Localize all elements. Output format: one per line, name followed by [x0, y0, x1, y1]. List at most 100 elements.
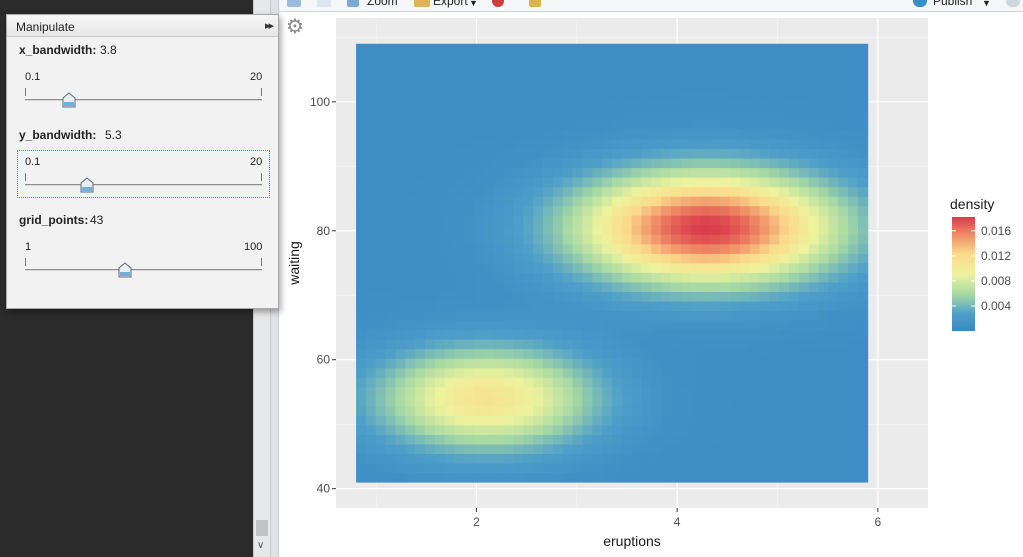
scroll-down-icon[interactable]: ∨: [257, 540, 264, 551]
heatmap-tile: [808, 377, 819, 388]
heatmap-tile: [602, 472, 613, 483]
heatmap-tile: [661, 100, 672, 111]
heatmap-tile: [464, 148, 475, 159]
heatmap-tile: [661, 43, 672, 54]
heatmap-tile: [405, 444, 416, 455]
heatmap-tile: [385, 139, 396, 150]
heatmap-tile: [533, 329, 544, 340]
heatmap-tile: [818, 348, 829, 359]
heatmap-tile: [424, 405, 436, 416]
heatmap-tile: [415, 377, 426, 388]
heatmap-tile: [385, 272, 396, 283]
heatmap-tile: [759, 120, 770, 130]
heatmap-tile: [434, 434, 446, 445]
heatmap-tile: [592, 72, 603, 83]
heatmap-tile: [385, 234, 396, 245]
heatmap-tile: [424, 472, 436, 483]
publish-button[interactable]: Publish: [933, 0, 972, 8]
heatmap-tile: [670, 215, 682, 226]
heatmap-tile: [670, 158, 682, 169]
heatmap-tile: [602, 196, 613, 207]
heatmap-tile: [464, 81, 475, 92]
heatmap-tile: [375, 91, 386, 102]
heatmap-tile: [484, 272, 495, 283]
heatmap-tile: [621, 396, 633, 407]
heatmap-tile: [690, 434, 701, 445]
y-bandwidth-slider-thumb[interactable]: [80, 177, 94, 193]
publish-dropdown-icon[interactable]: ▼: [982, 0, 991, 8]
heatmap-tile: [779, 43, 790, 54]
heatmap-tile: [493, 320, 505, 331]
collapse-icon[interactable]: ▸▸: [265, 19, 274, 32]
heatmap-tile: [375, 272, 386, 283]
heatmap-tile: [730, 253, 741, 264]
heatmap-tile: [513, 158, 524, 169]
heatmap-tile: [759, 196, 770, 207]
x-bandwidth-track[interactable]: [25, 99, 262, 101]
export-dropdown-icon[interactable]: ▼: [469, 0, 478, 8]
heatmap-tile: [641, 215, 652, 226]
heatmap-tile: [779, 272, 790, 283]
heatmap-tile: [749, 196, 760, 207]
heatmap-tile: [641, 396, 652, 407]
broom-icon[interactable]: [529, 0, 541, 7]
heatmap-tile: [415, 472, 426, 483]
x-bandwidth-slider-thumb[interactable]: [62, 92, 76, 108]
heatmap-tile: [828, 329, 839, 340]
heatmap-tile: [661, 320, 672, 331]
heatmap-tile: [493, 205, 505, 216]
heatmap-tile: [444, 215, 455, 226]
heatmap-tile: [848, 425, 859, 435]
heatmap-tile: [572, 72, 583, 83]
heatmap-tile: [415, 177, 426, 188]
forward-arrow-icon[interactable]: [317, 0, 331, 7]
heatmap-tile: [424, 453, 436, 464]
heatmap-tile: [798, 243, 810, 254]
heatmap-tile: [395, 91, 406, 102]
clear-plot-icon[interactable]: [492, 0, 504, 7]
heatmap-tile: [464, 100, 475, 111]
heatmap-tile: [641, 329, 652, 340]
heatmap-tile: [562, 186, 573, 197]
manipulate-title: Manipulate: [16, 20, 75, 34]
heatmap-tile: [769, 139, 780, 150]
heatmap-tile: [798, 377, 810, 388]
heatmap-tile: [739, 310, 751, 321]
heatmap-tile: [572, 386, 583, 397]
zoom-button[interactable]: Zoom: [367, 0, 398, 8]
heatmap-tile: [641, 120, 652, 130]
heatmap-tile: [680, 91, 692, 102]
heatmap-tile: [464, 196, 475, 207]
heatmap-tile: [857, 72, 869, 83]
heatmap-tile: [484, 425, 495, 435]
heatmap-tile: [356, 320, 367, 331]
heatmap-tile: [444, 301, 455, 312]
heatmap-tile: [798, 415, 810, 426]
heatmap-tile: [434, 415, 446, 426]
heatmap-tile: [789, 329, 800, 340]
grid-points-slider-thumb[interactable]: [118, 262, 132, 278]
y-bandwidth-track[interactable]: [25, 184, 262, 186]
scrollbar-thumb[interactable]: [256, 520, 268, 536]
heatmap-tile: [405, 453, 416, 464]
heatmap-tile: [484, 291, 495, 302]
heatmap-tile: [454, 425, 465, 435]
grid-points-track[interactable]: [25, 269, 262, 271]
refresh-icon[interactable]: [1006, 0, 1020, 7]
heatmap-tile: [533, 425, 544, 435]
heatmap-tile: [680, 243, 692, 254]
heatmap-tile: [661, 291, 672, 302]
heatmap-tile: [395, 62, 406, 73]
heatmap-tile: [651, 243, 662, 254]
heatmap-tile: [670, 62, 682, 73]
back-arrow-icon[interactable]: [287, 0, 301, 7]
heatmap-tile: [828, 444, 839, 455]
heatmap-tile: [789, 415, 800, 426]
heatmap-tile: [493, 196, 505, 207]
export-button[interactable]: Export: [433, 0, 468, 8]
heatmap-tile: [572, 329, 583, 340]
heatmap-tile: [769, 272, 780, 283]
heatmap-tile: [592, 167, 603, 178]
heatmap-tile: [405, 129, 416, 140]
heatmap-tile: [789, 253, 800, 264]
